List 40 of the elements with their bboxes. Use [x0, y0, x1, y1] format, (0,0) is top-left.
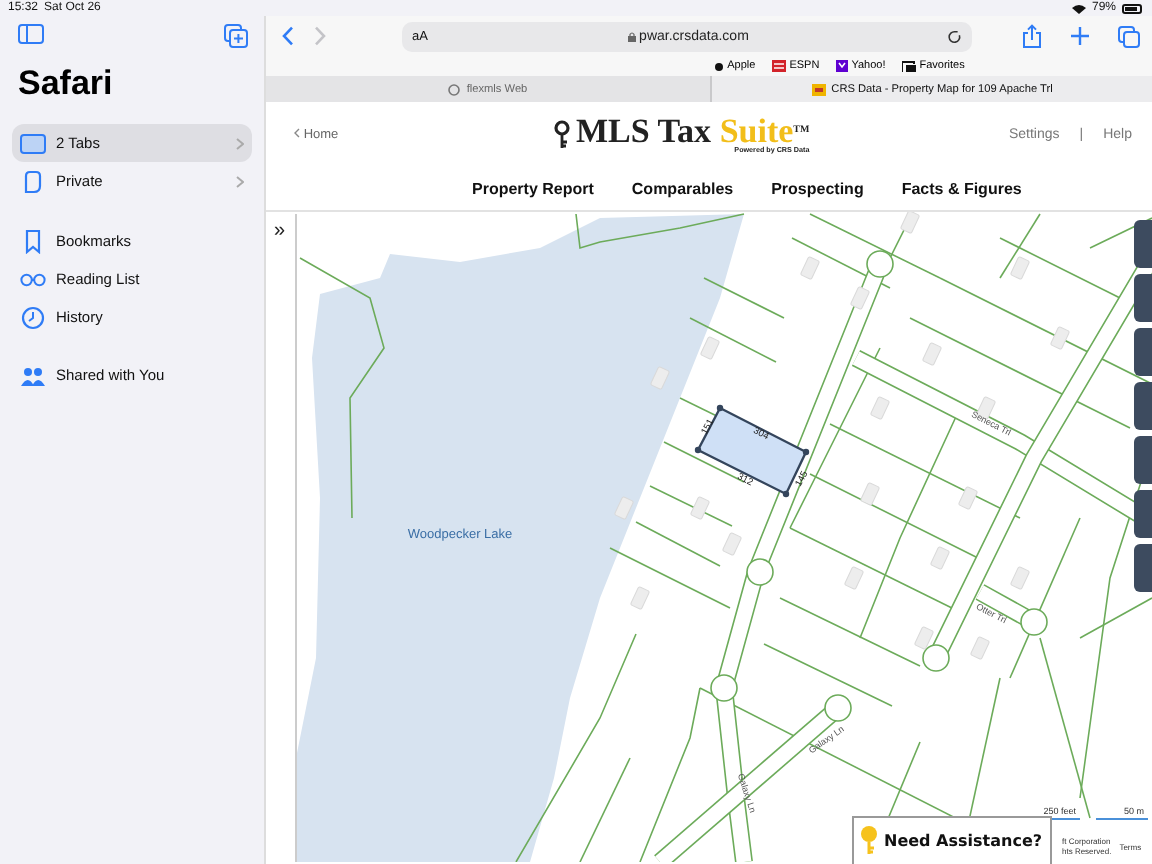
lightbulb-key-icon	[860, 824, 878, 856]
expand-panel-button[interactable]: »	[274, 222, 286, 242]
sidebar-toggle-icon[interactable]	[18, 24, 44, 44]
tabs-icon	[20, 133, 46, 153]
clock-icon	[20, 305, 46, 329]
lock-icon	[627, 31, 636, 41]
plus-icon[interactable]	[1070, 26, 1090, 46]
apple-icon	[713, 61, 724, 71]
map-tool-button[interactable]	[1134, 544, 1152, 592]
new-tab-group-icon[interactable]	[224, 24, 248, 48]
hand-icon	[20, 169, 46, 193]
key-icon	[554, 119, 570, 149]
wifi-icon	[1071, 3, 1086, 13]
chevron-right-icon	[236, 137, 244, 149]
map-tool-button[interactable]	[1134, 382, 1152, 430]
compass-icon	[448, 83, 461, 95]
nav-link[interactable]: Property Report	[472, 179, 594, 197]
nav-link[interactable]: Prospecting	[771, 179, 864, 197]
map-tool-button[interactable]	[1134, 328, 1152, 376]
nav-link[interactable]: Comparables	[631, 179, 734, 197]
sidebar-title: Safari	[18, 64, 115, 104]
selected-parcel[interactable]	[694, 404, 810, 498]
need-assistance-button[interactable]: Need Assistance?	[852, 816, 1053, 864]
favicon-icon	[811, 83, 826, 95]
folder-icon	[901, 60, 916, 72]
people-icon	[20, 363, 46, 387]
reload-icon[interactable]	[948, 29, 962, 43]
map-tool-button[interactable]	[1134, 436, 1152, 484]
chevron-left-icon	[294, 127, 300, 137]
chevron-right-icon	[236, 175, 244, 187]
map-tool-button[interactable]	[1134, 220, 1152, 268]
bookmark-icon	[20, 229, 46, 253]
share-icon[interactable]	[1022, 24, 1042, 48]
map-tool-button[interactable]	[1134, 274, 1152, 322]
battery-icon	[1122, 3, 1144, 13]
back-icon[interactable]	[282, 26, 294, 46]
nav-link[interactable]: Facts & Figures	[901, 179, 1022, 197]
tabs-overview-icon[interactable]	[1118, 25, 1140, 47]
map-tool-button[interactable]	[1134, 490, 1152, 538]
news-icon	[771, 60, 786, 72]
